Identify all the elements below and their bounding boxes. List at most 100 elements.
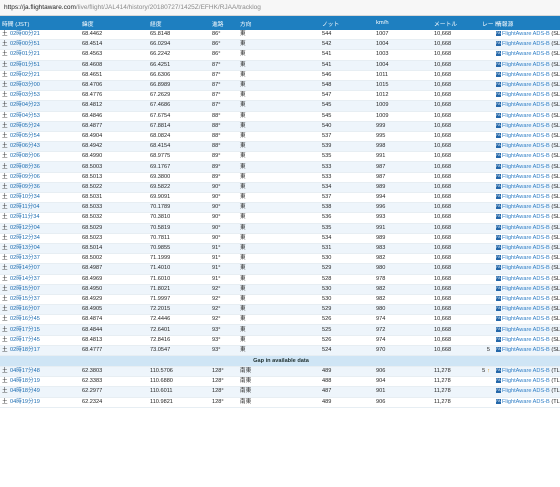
cell-rate [480, 131, 494, 143]
source-link[interactable]: FlightAware ADS-B [502, 388, 550, 394]
cell-lat: 68.4846 [80, 111, 148, 122]
cell-course: 88° [210, 141, 238, 153]
cell-rate [480, 202, 494, 214]
cell-time: 土 02時01分51 [0, 60, 80, 71]
cell-kmh: 995 [374, 131, 432, 143]
source-link[interactable]: FlightAware ADS-B [502, 123, 550, 129]
cell-knots: 540 [320, 121, 374, 132]
time-value: 02時08分36 [10, 163, 40, 170]
cell-knots: 536 [320, 212, 374, 224]
source-link[interactable]: FlightAware ADS-B [502, 265, 550, 271]
cell-lat: 68.4776 [80, 90, 148, 102]
day-of-week: 土 [2, 153, 8, 160]
adsb-icon: FA [496, 71, 501, 77]
col-lon[interactable]: 経度 [148, 16, 210, 30]
source-link[interactable]: FlightAware ADS-B [502, 184, 550, 190]
cell-rate: 5 ↑ [480, 366, 494, 378]
cell-meters: 11,278 [432, 366, 480, 378]
source-link[interactable]: FlightAware ADS-B [502, 133, 550, 139]
cell-lon: 110.6011 [148, 386, 210, 398]
col-time[interactable]: 時間 (JST) [0, 16, 80, 30]
source-link[interactable]: FlightAware ADS-B [502, 347, 550, 353]
cell-course: 87° [210, 80, 238, 92]
col-kmh[interactable]: km/h [374, 16, 432, 30]
cell-direction: 東 [238, 345, 320, 357]
time-value: 02時00分21 [10, 31, 40, 38]
source-link[interactable]: FlightAware ADS-B [502, 31, 550, 37]
source-link[interactable]: FlightAware ADS-B [502, 337, 550, 343]
source-link[interactable]: FlightAware ADS-B [502, 164, 550, 170]
time-value: 04時19分19 [10, 398, 40, 405]
facility-code: (SLY / USDD) [551, 306, 560, 313]
facility-code: (SLY / USDD) [551, 346, 560, 353]
day-of-week: 土 [2, 132, 8, 139]
cell-source: FAFlightAware ADS-B (SLY / USDD) [494, 49, 560, 61]
day-of-week: 土 [2, 234, 8, 241]
source-link[interactable]: FlightAware ADS-B [502, 245, 550, 251]
time-value: 04時17分48 [10, 368, 40, 375]
source-link[interactable]: FlightAware ADS-B [502, 296, 550, 302]
source-link[interactable]: FlightAware ADS-B [502, 113, 550, 119]
cell-source: FAFlightAware ADS-B (TLK / UECT) [494, 366, 560, 378]
source-link[interactable]: FlightAware ADS-B [502, 399, 550, 405]
facility-code: (SLY / USDD) [551, 51, 560, 58]
cell-lat: 68.5031 [80, 192, 148, 204]
source-link[interactable]: FlightAware ADS-B [502, 235, 550, 241]
col-lat[interactable]: 緯度 [80, 16, 148, 30]
source-link[interactable]: FlightAware ADS-B [502, 286, 550, 292]
source-link[interactable]: FlightAware ADS-B [502, 92, 550, 98]
source-link[interactable]: FlightAware ADS-B [502, 378, 550, 384]
cell-rate [480, 243, 494, 255]
cell-course: 88° [210, 111, 238, 122]
address-bar[interactable]: https://ja.flightaware.com/live/flight/J… [0, 0, 560, 16]
source-link[interactable]: FlightAware ADS-B [502, 327, 550, 333]
cell-time: 土 02時06分43 [0, 141, 80, 153]
source-link[interactable]: FlightAware ADS-B [502, 204, 550, 210]
source-link[interactable]: FlightAware ADS-B [502, 225, 550, 231]
source-link[interactable]: FlightAware ADS-B [502, 174, 550, 180]
cell-course: 93° [210, 335, 238, 346]
col-dir[interactable]: 方向 [238, 16, 320, 30]
table-row: 土 02時05分54 68.4904 68.0824 88° 東 537 995 10,668 F… [0, 131, 560, 143]
source-link[interactable]: FlightAware ADS-B [502, 194, 550, 200]
cell-kmh: 1004 [374, 39, 432, 51]
cell-kmh: 987 [374, 172, 432, 183]
cell-rate [480, 121, 494, 132]
cell-rate [480, 182, 494, 194]
col-course[interactable]: 進路 [210, 16, 238, 30]
source-link[interactable]: FlightAware ADS-B [502, 143, 550, 149]
cell-direction: 南東 [238, 376, 320, 388]
cell-course: 92° [210, 304, 238, 316]
source-link[interactable]: FlightAware ADS-B [502, 41, 550, 47]
source-link[interactable]: FlightAware ADS-B [502, 82, 550, 88]
source-link[interactable]: FlightAware ADS-B [502, 368, 550, 374]
cell-knots: 538 [320, 202, 374, 214]
day-of-week: 土 [2, 245, 8, 252]
source-link[interactable]: FlightAware ADS-B [502, 62, 550, 68]
source-link[interactable]: FlightAware ADS-B [502, 51, 550, 57]
cell-lat: 62.3803 [80, 366, 148, 378]
cell-direction: 東 [238, 243, 320, 255]
source-link[interactable]: FlightAware ADS-B [502, 276, 550, 282]
cell-time: 土 02時18分17 [0, 345, 80, 357]
facility-code: (SLY / USDD) [551, 163, 560, 170]
source-link[interactable]: FlightAware ADS-B [502, 316, 550, 322]
col-source[interactable]: 情報源 [494, 16, 560, 30]
source-link[interactable]: FlightAware ADS-B [502, 214, 550, 220]
col-rate[interactable]: レート [480, 16, 499, 30]
cell-source: FAFlightAware ADS-B (SLY / USDD) [494, 161, 560, 173]
source-link[interactable]: FlightAware ADS-B [502, 153, 550, 159]
cell-direction: 東 [238, 100, 320, 112]
cell-knots: 534 [320, 233, 374, 244]
col-meters[interactable]: メートル [432, 16, 480, 30]
table-row: 土 02時01分51 68.4608 66.4251 87° 東 541 1004 10,668… [0, 60, 560, 71]
day-of-week: 土 [2, 398, 8, 405]
source-link[interactable]: FlightAware ADS-B [502, 102, 550, 108]
source-link[interactable]: FlightAware ADS-B [502, 72, 550, 78]
source-link[interactable]: FlightAware ADS-B [502, 306, 550, 312]
col-knots[interactable]: ノット [320, 16, 374, 30]
time-value: 02時13分37 [10, 255, 40, 262]
cell-knots: 546 [320, 70, 374, 81]
source-link[interactable]: FlightAware ADS-B [502, 255, 550, 261]
cell-direction: 東 [238, 294, 320, 306]
